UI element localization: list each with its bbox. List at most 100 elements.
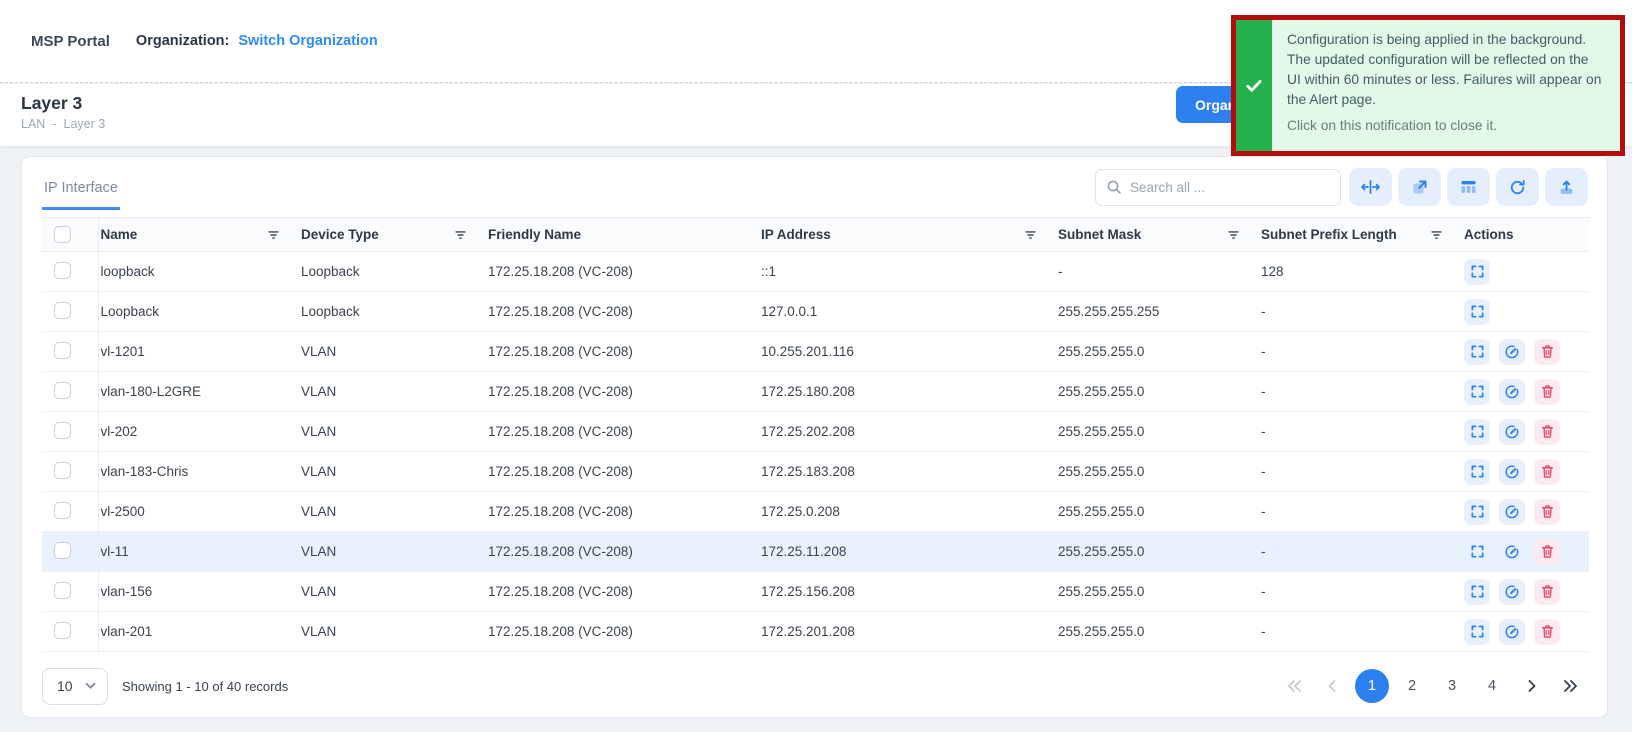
cell-name: vlan-201 (98, 612, 299, 652)
portal-name: MSP Portal (31, 33, 110, 50)
edit-row-button[interactable] (1499, 619, 1525, 645)
row-checkbox[interactable] (54, 462, 71, 479)
table-row[interactable]: vl-11 VLAN 172.25.18.208 (VC-208) 172.25… (42, 532, 1589, 572)
page-number-button[interactable]: 2 (1395, 669, 1429, 703)
row-checkbox-cell (42, 332, 98, 372)
cell-subnet-prefix-length: - (1259, 332, 1462, 372)
table-row[interactable]: Loopback Loopback 172.25.18.208 (VC-208)… (42, 292, 1589, 332)
cell-subnet-mask: 255.255.255.0 (1056, 492, 1259, 532)
delete-row-button[interactable] (1534, 539, 1560, 565)
cell-subnet-prefix-length: - (1259, 412, 1462, 452)
tab-ip-interface[interactable]: IP Interface (42, 180, 120, 210)
last-page-button[interactable] (1555, 671, 1585, 701)
cell-actions (1462, 612, 1589, 652)
expand-row-button[interactable] (1464, 379, 1490, 405)
columns-button[interactable] (1447, 168, 1490, 206)
edit-row-button[interactable] (1499, 419, 1525, 445)
toast-notification[interactable]: Configuration is being applied in the ba… (1231, 15, 1625, 156)
filter-icon[interactable] (1023, 228, 1038, 242)
table-row[interactable]: vl-1201 VLAN 172.25.18.208 (VC-208) 10.2… (42, 332, 1589, 372)
table-row[interactable]: vl-202 VLAN 172.25.18.208 (VC-208) 172.2… (42, 412, 1589, 452)
delete-row-button[interactable] (1534, 619, 1560, 645)
cell-actions (1462, 372, 1589, 412)
page-size-select[interactable]: 10 (42, 668, 108, 705)
column-header-ip_address: IP Address (759, 218, 1056, 252)
select-all-checkbox[interactable] (54, 226, 71, 243)
delete-row-button[interactable] (1534, 579, 1560, 605)
cell-ip-address: ::1 (759, 252, 1056, 292)
cell-subnet-prefix-length: - (1259, 572, 1462, 612)
cell-ip-address: 172.25.180.208 (759, 372, 1056, 412)
table-row[interactable]: loopback Loopback 172.25.18.208 (VC-208)… (42, 252, 1589, 292)
table-row[interactable]: vlan-180-L2GRE VLAN 172.25.18.208 (VC-20… (42, 372, 1589, 412)
delete-icon (1540, 464, 1555, 479)
next-page-button[interactable] (1517, 671, 1547, 701)
export-icon (1558, 179, 1575, 196)
page-number-button[interactable]: 1 (1355, 669, 1389, 703)
pagination: 1 2 3 4 (1279, 669, 1585, 703)
open-new-window-button[interactable] (1398, 168, 1441, 206)
expand-row-button[interactable] (1464, 339, 1490, 365)
previous-page-button[interactable] (1317, 671, 1347, 701)
table-row[interactable]: vlan-156 VLAN 172.25.18.208 (VC-208) 172… (42, 572, 1589, 612)
row-checkbox[interactable] (54, 542, 71, 559)
cell-subnet-prefix-length: - (1259, 492, 1462, 532)
cell-subnet-prefix-length: - (1259, 372, 1462, 412)
filter-icon[interactable] (453, 228, 468, 242)
edit-row-button[interactable] (1499, 539, 1525, 565)
expand-row-button[interactable] (1464, 499, 1490, 525)
cell-device-type: VLAN (299, 572, 486, 612)
organization-link[interactable]: Switch Organization (238, 33, 377, 49)
edit-row-button[interactable] (1499, 579, 1525, 605)
expand-row-button[interactable] (1464, 619, 1490, 645)
cell-device-type: VLAN (299, 492, 486, 532)
expand-width-button[interactable] (1349, 168, 1392, 206)
row-checkbox[interactable] (54, 302, 71, 319)
page-number-button[interactable]: 3 (1435, 669, 1469, 703)
delete-row-button[interactable] (1534, 419, 1560, 445)
row-checkbox[interactable] (54, 502, 71, 519)
first-page-button[interactable] (1279, 671, 1309, 701)
delete-row-button[interactable] (1534, 379, 1560, 405)
cell-friendly-name: 172.25.18.208 (VC-208) (486, 252, 759, 292)
expand-row-button[interactable] (1464, 539, 1490, 565)
column-header-subnet_mask: Subnet Mask (1056, 218, 1259, 252)
row-checkbox[interactable] (54, 262, 71, 279)
export-button[interactable] (1545, 168, 1588, 206)
page-number-button[interactable]: 4 (1475, 669, 1509, 703)
ip-interface-table: Name Device Type Friendl (42, 217, 1589, 652)
expand-row-button[interactable] (1464, 299, 1490, 325)
refresh-button[interactable] (1496, 168, 1539, 206)
edit-row-button[interactable] (1499, 379, 1525, 405)
column-header-friendly_name: Friendly Name (486, 218, 759, 252)
expand-row-button[interactable] (1464, 579, 1490, 605)
row-checkbox[interactable] (54, 342, 71, 359)
table-row[interactable]: vlan-183-Chris VLAN 172.25.18.208 (VC-20… (42, 452, 1589, 492)
cell-friendly-name: 172.25.18.208 (VC-208) (486, 572, 759, 612)
delete-row-button[interactable] (1534, 339, 1560, 365)
delete-row-button[interactable] (1534, 459, 1560, 485)
search-input[interactable] (1130, 180, 1330, 195)
cell-subnet-mask: 255.255.255.0 (1056, 612, 1259, 652)
table-row[interactable]: vl-2500 VLAN 172.25.18.208 (VC-208) 172.… (42, 492, 1589, 532)
edit-row-button[interactable] (1499, 339, 1525, 365)
expand-row-button[interactable] (1464, 419, 1490, 445)
edit-row-button[interactable] (1499, 459, 1525, 485)
row-checkbox[interactable] (54, 422, 71, 439)
expand-icon (1470, 344, 1485, 359)
columns-icon (1460, 179, 1477, 195)
delete-row-button[interactable] (1534, 499, 1560, 525)
row-checkbox[interactable] (54, 382, 71, 399)
filter-icon[interactable] (1429, 228, 1444, 242)
row-checkbox[interactable] (54, 582, 71, 599)
filter-icon[interactable] (266, 228, 281, 242)
cell-subnet-mask: 255.255.255.0 (1056, 372, 1259, 412)
expand-row-button[interactable] (1464, 259, 1490, 285)
row-checkbox[interactable] (54, 622, 71, 639)
cell-friendly-name: 172.25.18.208 (VC-208) (486, 452, 759, 492)
check-icon (1244, 76, 1264, 96)
filter-icon[interactable] (1226, 228, 1241, 242)
edit-row-button[interactable] (1499, 499, 1525, 525)
expand-row-button[interactable] (1464, 459, 1490, 485)
table-row[interactable]: vlan-201 VLAN 172.25.18.208 (VC-208) 172… (42, 612, 1589, 652)
